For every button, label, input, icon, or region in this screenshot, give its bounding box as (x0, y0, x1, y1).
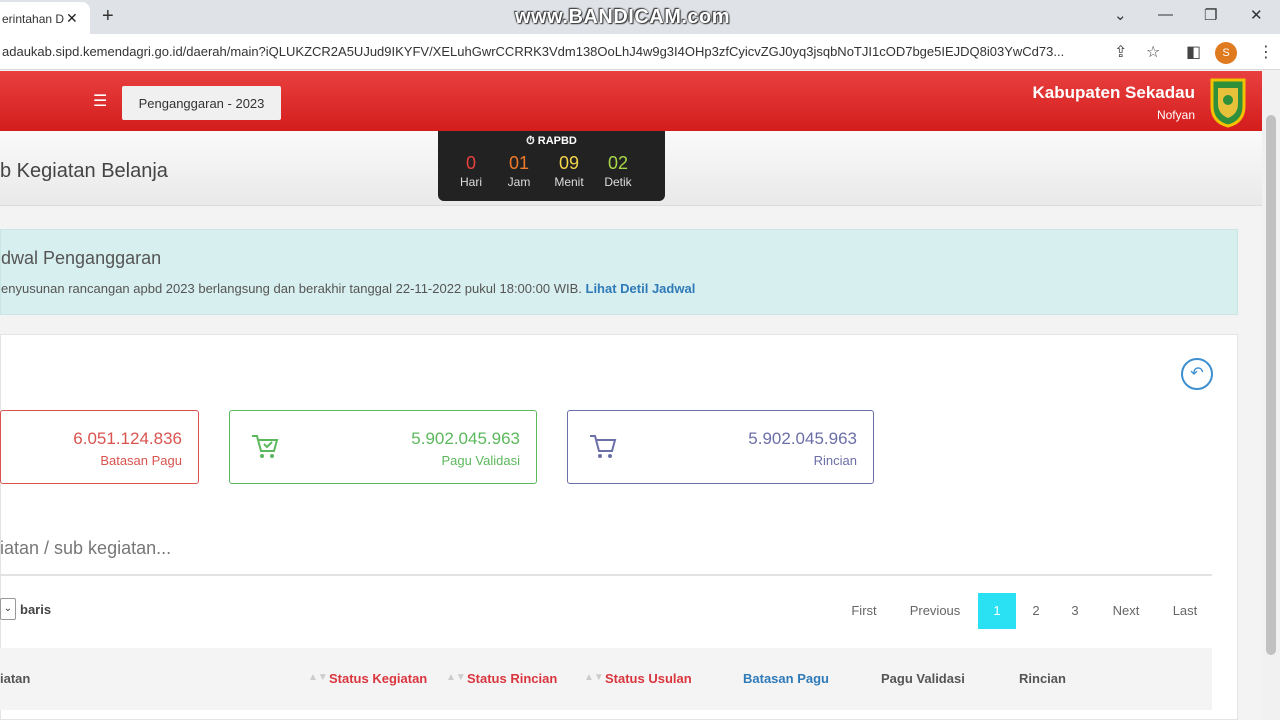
more-menu-icon[interactable]: ⋮ (1258, 42, 1274, 62)
new-tab-icon[interactable]: + (102, 5, 114, 28)
restore-icon[interactable]: ❐ (1204, 6, 1217, 24)
sort-icon[interactable]: ▲▼ (308, 672, 328, 683)
app-header: ☰ Penganggaran - 2023 Kabupaten Sekadau … (0, 71, 1262, 131)
countdown-timer: ⏱ RAPBD 0 Hari 01 Jam 09 Menit 02 Detik (438, 131, 665, 201)
column-status-usulan[interactable]: Status Usulan (605, 671, 692, 686)
table-header: iatan ▲▼ Status Kegiatan ▲▼ Status Rinci… (0, 648, 1212, 710)
countdown-minutes: 09 Menit (554, 153, 584, 189)
pagination-page-1[interactable]: 1 (978, 593, 1016, 629)
hamburger-menu-icon[interactable]: ☰ (93, 91, 107, 111)
pagination-last[interactable]: Last (1164, 593, 1206, 629)
cart-icon (252, 435, 279, 458)
bookmark-star-icon[interactable]: ☆ (1146, 42, 1160, 62)
page-title: b Kegiatan Belanja (0, 160, 168, 182)
region-title: Kabupaten Sekadau (1032, 83, 1196, 102)
alert-text: enyusunan rancangan apbd 2023 berlangsun… (1, 281, 696, 296)
schedule-detail-link[interactable]: Lihat Detil Jadwal (586, 281, 696, 296)
pagination-page-2[interactable]: 2 (1024, 593, 1048, 629)
countdown-title: ⏱ RAPBD (526, 135, 577, 147)
pagination-next[interactable]: Next (1104, 593, 1148, 629)
pagination-previous[interactable]: Previous (900, 593, 970, 629)
profile-avatar[interactable]: S (1215, 42, 1237, 64)
page-scrollbar[interactable] (1262, 71, 1280, 720)
column-status-kegiatan[interactable]: Status Kegiatan (329, 671, 427, 686)
stat-label: Batasan Pagu (100, 453, 182, 468)
user-name: Nofyan (1156, 108, 1195, 122)
side-panel-icon[interactable]: ◧ (1186, 42, 1201, 62)
url-field[interactable]: adaukab.sipd.kemendagri.go.id/daerah/mai… (2, 44, 1092, 59)
browser-tab-bar: erintahan D ✕ + www.BANDICAM.com ⌄ — ❐ ✕ (0, 0, 1280, 34)
rows-per-page-select[interactable]: ⌄ (0, 598, 16, 620)
stat-value: 5.902.045.963 (748, 429, 857, 448)
countdown-hours: 01 Jam (507, 153, 531, 189)
pagination-page-3[interactable]: 3 (1063, 593, 1087, 629)
pagination-first[interactable]: First (842, 593, 886, 629)
undo-arrow-icon: ↶ (1190, 365, 1204, 382)
browser-tab[interactable]: erintahan D ✕ (0, 2, 90, 34)
stat-batasan-pagu: 6.051.124.836 Batasan Pagu (0, 410, 199, 484)
close-tab-icon[interactable]: ✕ (66, 10, 78, 27)
countdown-days: 0 Hari (459, 153, 482, 189)
schedule-alert: dwal Penganggaran enyusunan rancangan ap… (0, 229, 1238, 315)
regency-emblem-icon (1210, 78, 1246, 128)
column-pagu-validasi[interactable]: Pagu Validasi (881, 671, 965, 686)
column-rincian[interactable]: Rincian (1019, 671, 1066, 686)
tab-search-icon[interactable]: ⌄ (1114, 6, 1127, 24)
close-window-icon[interactable]: ✕ (1250, 6, 1263, 24)
address-bar: adaukab.sipd.kemendagri.go.id/daerah/mai… (0, 34, 1280, 70)
column-status-rincian[interactable]: Status Rincian (467, 671, 557, 686)
stat-label: Rincian (813, 453, 857, 468)
column-kegiatan[interactable]: iatan (0, 671, 30, 686)
stat-value: 5.902.045.963 (411, 429, 520, 448)
stat-value: 6.051.124.836 (73, 429, 182, 448)
tab-title: erintahan D (2, 12, 65, 26)
period-button[interactable]: Penganggaran - 2023 (122, 86, 281, 120)
rows-per-page-label: baris (20, 602, 52, 617)
scrollbar-thumb[interactable] (1266, 115, 1276, 655)
chevron-down-icon: ⌄ (3, 603, 13, 614)
sort-icon[interactable]: ▲▼ (446, 672, 466, 683)
stat-pagu-validasi: 5.902.045.963 Pagu Validasi (229, 410, 537, 484)
alert-title: dwal Penganggaran (1, 248, 162, 268)
stat-label: Pagu Validasi (441, 453, 520, 468)
watermark: www.BANDICAM.com (515, 6, 731, 28)
sort-icon[interactable]: ▲▼ (584, 672, 604, 683)
column-batasan-pagu[interactable]: Batasan Pagu (743, 671, 829, 686)
stat-rincian: 5.902.045.963 Rincian (567, 410, 874, 484)
minimize-icon[interactable]: — (1158, 6, 1173, 23)
countdown-seconds: 02 Detik (604, 153, 632, 189)
share-icon[interactable]: ⇪ (1114, 42, 1127, 62)
cart-icon (590, 435, 617, 458)
search-input[interactable]: iatan / sub kegiatan... (0, 538, 1212, 576)
back-button[interactable]: ↶ (1181, 358, 1213, 390)
